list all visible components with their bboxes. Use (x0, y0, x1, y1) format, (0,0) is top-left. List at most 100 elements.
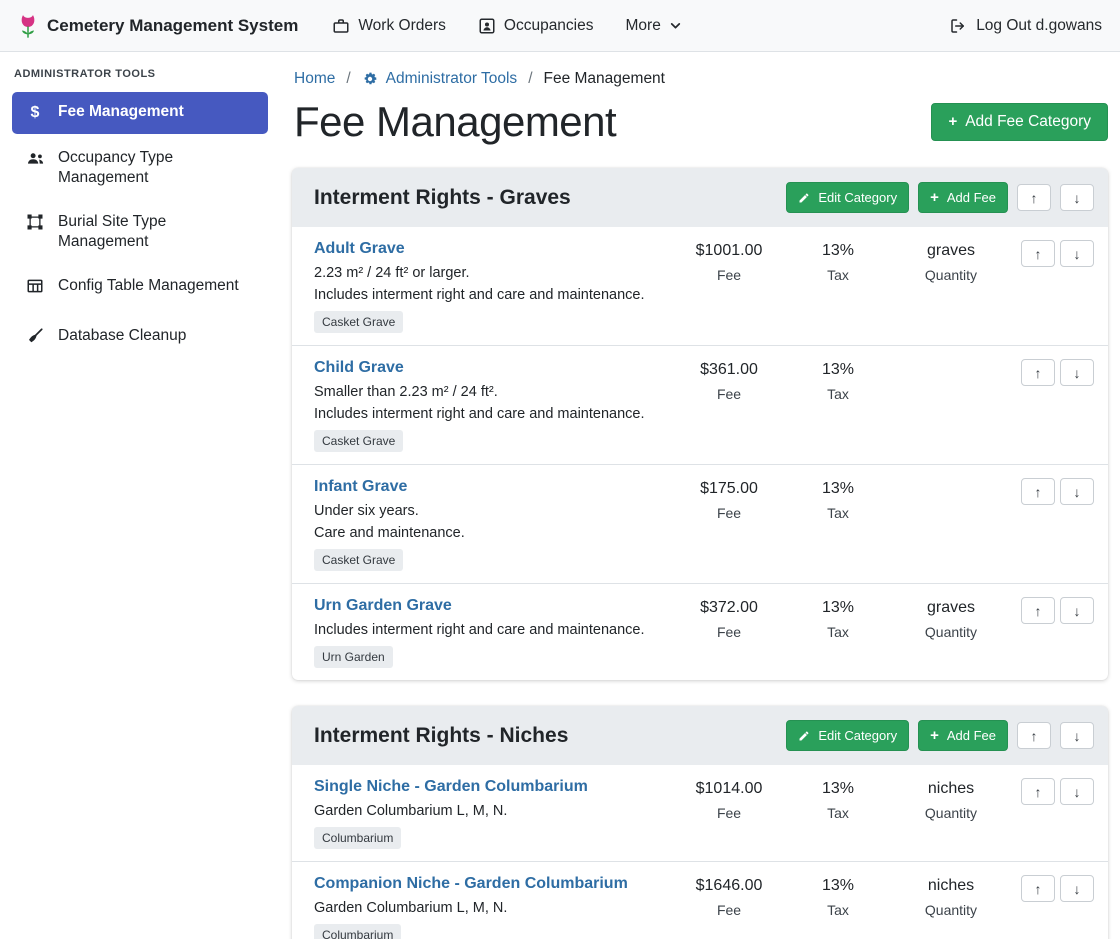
fee-type-badge: Casket Grave (314, 430, 403, 452)
arrow-up-icon: ↑ (1031, 728, 1038, 744)
edit-category-button[interactable]: Edit Category (786, 720, 909, 751)
breadcrumb-home[interactable]: Home (294, 70, 335, 88)
fee-descriptions: Includes interment right and care and ma… (314, 622, 662, 638)
move-category-down-button[interactable]: ↓ (1060, 722, 1094, 749)
move-fee-up-button[interactable]: ↑ (1021, 778, 1055, 805)
fee-tax-col: 13% Tax (788, 359, 888, 402)
fee-category-card: Interment Rights - Niches Edit Category … (292, 706, 1108, 939)
fee-tax: 13% (788, 780, 888, 798)
sidebar-item-burial-site-type-management[interactable]: Burial Site Type Management (12, 202, 268, 262)
add-fee-label: Add Fee (947, 729, 996, 742)
fee-tax-col: 13% Tax (788, 778, 888, 821)
logout-link[interactable]: Log Out d.gowans (949, 17, 1102, 35)
work-orders-icon (332, 17, 350, 35)
fee-name-link[interactable]: Adult Grave (314, 240, 405, 258)
fee-description: Includes interment right and care and ma… (314, 622, 662, 638)
move-fee-down-button[interactable]: ↓ (1060, 875, 1094, 902)
fee-amount: $361.00 (670, 361, 788, 379)
fee-quantity-unit: niches (888, 780, 1014, 798)
move-fee-up-button[interactable]: ↑ (1021, 478, 1055, 505)
fee-quantity-label: Quantity (888, 267, 1014, 283)
fee-amount-col: $372.00 Fee (670, 597, 788, 640)
main-content: Home / Administrator Tools / Fee Managem… (280, 52, 1120, 939)
app-title: Cemetery Management System (47, 16, 298, 36)
move-fee-down-button[interactable]: ↓ (1060, 478, 1094, 505)
move-fee-down-button[interactable]: ↓ (1060, 597, 1094, 624)
arrow-up-icon: ↑ (1031, 190, 1038, 206)
move-category-down-button[interactable]: ↓ (1060, 184, 1094, 211)
nav-more[interactable]: More (626, 17, 682, 35)
move-fee-up-button[interactable]: ↑ (1021, 359, 1055, 386)
sidebar-item-label: Config Table Management (58, 276, 239, 296)
fee-arrows: ↑ ↓ (1014, 597, 1094, 624)
fee-name-link[interactable]: Infant Grave (314, 478, 407, 496)
sidebar-item-occupancy-type-management[interactable]: Occupancy Type Management (12, 138, 268, 198)
add-fee-button[interactable]: + Add Fee (918, 720, 1008, 751)
arrow-up-icon: ↑ (1035, 484, 1042, 500)
add-fee-button[interactable]: + Add Fee (918, 182, 1008, 213)
fee-name-link[interactable]: Urn Garden Grave (314, 597, 452, 615)
move-fee-down-button[interactable]: ↓ (1060, 240, 1094, 267)
fee-amount-label: Fee (670, 805, 788, 821)
fee-type-badge: Casket Grave (314, 311, 403, 333)
fee-amount: $175.00 (670, 480, 788, 498)
category-actions: Edit Category + Add Fee ↑ ↓ (786, 720, 1094, 751)
nav-work-orders[interactable]: Work Orders (332, 17, 446, 35)
fee-main: Urn Garden Grave Includes interment righ… (314, 597, 670, 668)
fee-tax-col: 13% Tax (788, 478, 888, 521)
fee-amount-col: $1646.00 Fee (670, 875, 788, 918)
move-fee-down-button[interactable]: ↓ (1060, 778, 1094, 805)
vector-square-icon (25, 213, 45, 237)
edit-category-button[interactable]: Edit Category (786, 182, 909, 213)
fee-category-card: Interment Rights - Graves Edit Category … (292, 168, 1108, 680)
fee-amount-col: $1001.00 Fee (670, 240, 788, 283)
add-fee-category-button[interactable]: + Add Fee Category (931, 103, 1108, 141)
fee-amount-col: $1014.00 Fee (670, 778, 788, 821)
fee-descriptions: Under six years.Care and maintenance. (314, 503, 662, 541)
sidebar-item-fee-management[interactable]: $ Fee Management (12, 92, 268, 134)
fee-amount: $1646.00 (670, 877, 788, 895)
move-category-up-button[interactable]: ↑ (1017, 184, 1051, 211)
arrow-up-icon: ↑ (1035, 784, 1042, 800)
fee-description: Garden Columbarium L, M, N. (314, 803, 662, 819)
breadcrumb-separator: / (346, 70, 350, 88)
fee-name-link[interactable]: Companion Niche - Garden Columbarium (314, 875, 628, 893)
category-header: Interment Rights - Graves Edit Category … (292, 168, 1108, 227)
move-fee-up-button[interactable]: ↑ (1021, 240, 1055, 267)
fee-amount: $372.00 (670, 599, 788, 617)
plus-icon: + (930, 730, 939, 742)
fee-name-link[interactable]: Child Grave (314, 359, 404, 377)
move-fee-up-button[interactable]: ↑ (1021, 875, 1055, 902)
fee-amount-label: Fee (670, 505, 788, 521)
fee-descriptions: Smaller than 2.23 m² / 24 ft².Includes i… (314, 384, 662, 422)
edit-category-label: Edit Category (818, 729, 897, 742)
fee-tax-label: Tax (788, 805, 888, 821)
fee-name-link[interactable]: Single Niche - Garden Columbarium (314, 778, 588, 796)
fee-amount: $1001.00 (670, 242, 788, 260)
fee-arrows: ↑ ↓ (1014, 359, 1094, 386)
fee-type-badge: Columbarium (314, 924, 401, 939)
fee-row: Single Niche - Garden Columbarium Garden… (292, 765, 1108, 862)
fee-description: Under six years. (314, 503, 662, 519)
move-category-up-button[interactable]: ↑ (1017, 722, 1051, 749)
fee-main: Infant Grave Under six years.Care and ma… (314, 478, 670, 571)
fee-arrows: ↑ ↓ (1014, 875, 1094, 902)
sidebar-item-database-cleanup[interactable]: Database Cleanup (12, 316, 268, 361)
fee-list: Single Niche - Garden Columbarium Garden… (292, 765, 1108, 939)
move-fee-down-button[interactable]: ↓ (1060, 359, 1094, 386)
fee-main: Single Niche - Garden Columbarium Garden… (314, 778, 670, 849)
breadcrumb-administrator-tools[interactable]: Administrator Tools (362, 70, 518, 88)
fee-tax: 13% (788, 480, 888, 498)
fee-tax: 13% (788, 599, 888, 617)
fee-type-badge: Urn Garden (314, 646, 393, 668)
broom-icon (25, 327, 45, 351)
arrow-up-icon: ↑ (1035, 246, 1042, 262)
sidebar-item-label: Burial Site Type Management (58, 212, 255, 252)
sidebar-item-config-table-management[interactable]: Config Table Management (12, 266, 268, 311)
table-icon (25, 277, 45, 301)
app-brand[interactable]: Cemetery Management System (18, 13, 298, 39)
nav-occupancies[interactable]: Occupancies (478, 17, 594, 35)
move-fee-up-button[interactable]: ↑ (1021, 597, 1055, 624)
fee-arrows: ↑ ↓ (1014, 778, 1094, 805)
fee-tax-col: 13% Tax (788, 240, 888, 283)
